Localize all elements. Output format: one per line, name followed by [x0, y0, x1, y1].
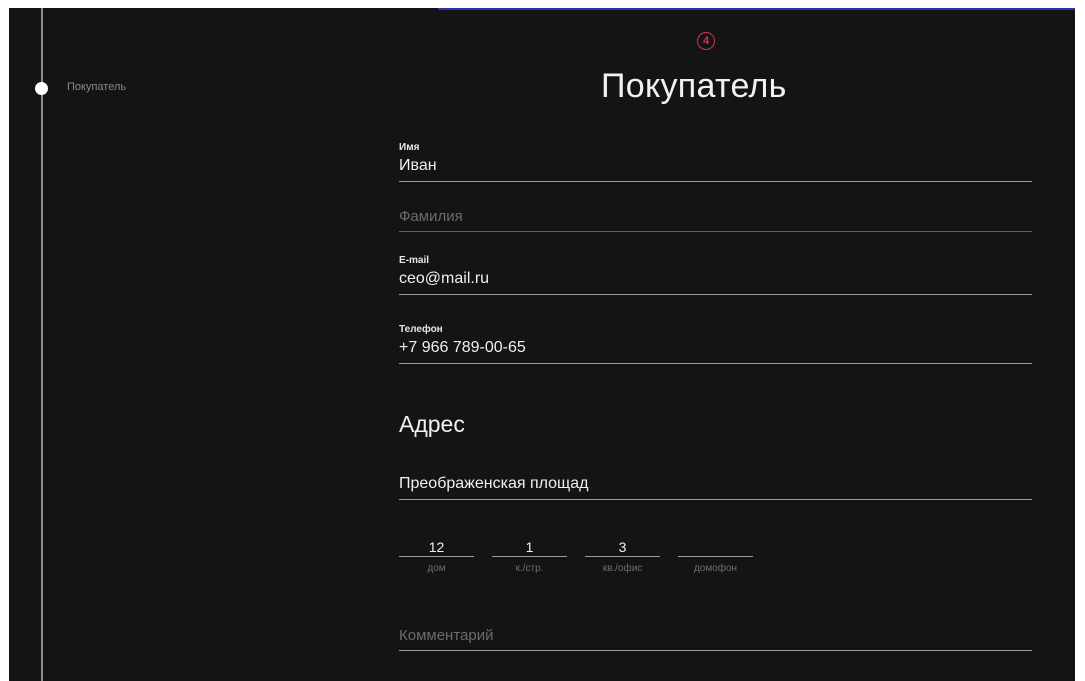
- comment-field[interactable]: Комментарий: [399, 627, 1032, 651]
- email-value[interactable]: ceo@mail.ru: [399, 268, 1032, 288]
- email-field[interactable]: E-mail ceo@mail.ru: [399, 255, 1032, 295]
- last-name-placeholder[interactable]: Фамилия: [399, 208, 1032, 225]
- building-value[interactable]: 1: [492, 539, 567, 556]
- intercom-value[interactable]: [678, 539, 753, 556]
- street-underline: [399, 499, 1032, 500]
- apartment-underline: [585, 556, 660, 557]
- phone-field[interactable]: Телефон +7 966 789-00-65: [399, 324, 1032, 364]
- house-label: дом: [427, 563, 446, 574]
- step-number-badge: 4: [697, 32, 715, 50]
- intercom-underline: [678, 556, 753, 557]
- page-title: Покупатель: [601, 67, 787, 105]
- checkout-panel: Покупатель 4 Покупатель Имя Иван Фамилия…: [9, 8, 1075, 681]
- email-underline: [399, 294, 1032, 295]
- street-value[interactable]: Преображенская площад: [399, 473, 1032, 493]
- last-name-field[interactable]: Фамилия: [399, 208, 1032, 232]
- first-name-value[interactable]: Иван: [399, 155, 1032, 175]
- house-field[interactable]: 12 дом: [399, 539, 474, 574]
- apartment-label: кв./офис: [602, 563, 643, 574]
- phone-value[interactable]: +7 966 789-00-65: [399, 337, 1032, 357]
- intercom-label: домофон: [693, 563, 738, 574]
- comment-underline: [399, 650, 1032, 651]
- last-name-underline-error: [399, 231, 1032, 232]
- house-underline: [399, 556, 474, 557]
- first-name-label: Имя: [399, 142, 420, 153]
- intercom-field[interactable]: домофон: [678, 539, 753, 574]
- timeline-step-buyer[interactable]: Покупатель: [67, 81, 126, 93]
- house-value[interactable]: 12: [399, 539, 474, 556]
- building-field[interactable]: 1 к./стр.: [492, 539, 567, 574]
- phone-underline: [399, 363, 1032, 364]
- top-border: [438, 8, 1075, 10]
- street-field[interactable]: Преображенская площад: [399, 473, 1032, 500]
- timeline-active-dot: [35, 82, 48, 95]
- email-label: E-mail: [399, 255, 430, 266]
- first-name-field[interactable]: Имя Иван: [399, 142, 1032, 182]
- apartment-value[interactable]: 3: [585, 539, 660, 556]
- building-label: к./стр.: [515, 563, 544, 574]
- comment-placeholder[interactable]: Комментарий: [399, 627, 1032, 644]
- progress-timeline: [41, 8, 43, 681]
- apartment-field[interactable]: 3 кв./офис: [585, 539, 660, 574]
- first-name-underline: [399, 181, 1032, 182]
- phone-label: Телефон: [399, 324, 443, 335]
- address-title: Адрес: [399, 411, 465, 437]
- building-underline: [492, 556, 567, 557]
